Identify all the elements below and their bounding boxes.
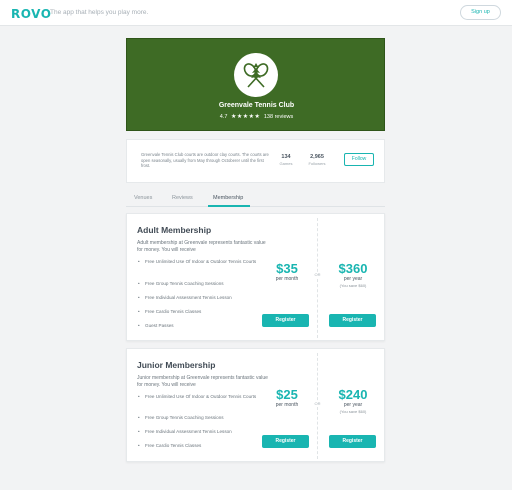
followers-stat: 2,965 Followers (304, 154, 330, 166)
feature-item: Guest Passes (137, 323, 257, 329)
yearly-saving: (You save $60) (339, 283, 367, 288)
feature-item: Free Unlimited Use Of Indoor & Outdoor T… (137, 394, 257, 400)
monthly-price: $35 per month (265, 261, 309, 282)
club-name: Greenvale Tennis Club (218, 102, 295, 109)
club-hero-banner: Greenvale Tennis Club 4.7 ★★★★★ 138 revi… (126, 38, 385, 131)
monthly-amount: $25 (276, 387, 298, 402)
price-divider (317, 218, 318, 338)
membership-description: Junior membership at Greenvale represent… (137, 375, 268, 388)
sign-up-button[interactable]: Sign up (460, 5, 501, 20)
yearly-period: per year (343, 402, 363, 408)
club-tabs: Venues Reviews Membership (126, 191, 385, 207)
membership-title: Junior Membership (137, 360, 216, 370)
tab-venues[interactable]: Venues (134, 195, 152, 201)
club-rating: 4.7 ★★★★★ 138 reviews (127, 113, 386, 120)
club-logo (234, 53, 278, 97)
tab-membership[interactable]: Membership (213, 195, 243, 201)
register-monthly-button[interactable]: Register (262, 314, 309, 327)
yearly-amount: $240 (338, 387, 368, 402)
rovo-logo[interactable]: ROVO (11, 7, 51, 21)
tab-reviews[interactable]: Reviews (172, 195, 193, 201)
or-label: OR (313, 401, 322, 406)
feature-item: Free Individual Assessment Tennis Lesson (137, 295, 257, 301)
or-label: OR (313, 272, 322, 277)
monthly-period: per month (275, 276, 299, 282)
yearly-amount: $360 (338, 261, 368, 276)
yearly-price: $240 per year (You save $60) (329, 387, 377, 414)
yearly-period: per year (343, 276, 363, 282)
membership-card-junior: Junior Membership Junior membership at G… (126, 348, 385, 462)
reviews-count[interactable]: 138 reviews (264, 114, 293, 120)
club-info-card: Greenvale Tennis Club courts are outdoor… (126, 139, 385, 183)
monthly-amount: $35 (276, 261, 298, 276)
yearly-price: $360 per year (You save $60) (329, 261, 377, 288)
monthly-period: per month (275, 402, 299, 408)
rating-stars-icon: ★★★★★ (230, 114, 261, 120)
games-count: 134 (281, 154, 291, 160)
games-label: Games (279, 161, 293, 166)
membership-card-adult: Adult Membership Adult membership at Gre… (126, 213, 385, 341)
rating-value: 4.7 (219, 114, 228, 120)
feature-item: Free Group Tennis Coaching Sessions (137, 281, 257, 287)
register-yearly-button[interactable]: Register (329, 314, 376, 327)
top-bar: ROVO The app that helps you play more. S… (0, 0, 512, 26)
feature-item: Free Individual Assessment Tennis Lesson (137, 429, 257, 435)
feature-item: Free Cardio Tennis Classes (137, 443, 257, 449)
follow-button[interactable]: Follow (344, 153, 374, 166)
followers-label: Followers (308, 161, 326, 166)
membership-description: Adult membership at Greenvale represents… (137, 240, 266, 253)
feature-item: Free Cardio Tennis Classes (137, 309, 257, 315)
yearly-saving: (You save $60) (339, 409, 367, 414)
register-yearly-button[interactable]: Register (329, 435, 376, 448)
register-monthly-button[interactable]: Register (262, 435, 309, 448)
games-stat: 134 Games (275, 154, 297, 166)
membership-title: Adult Membership (137, 225, 212, 235)
tagline: The app that helps you play more. (50, 9, 149, 16)
crossed-rackets-icon (243, 63, 269, 88)
feature-item: Free Unlimited Use Of Indoor & Outdoor T… (137, 259, 257, 265)
price-divider (317, 353, 318, 459)
monthly-price: $25 per month (265, 387, 309, 408)
club-description: Greenvale Tennis Club courts are outdoor… (141, 152, 269, 169)
followers-count: 2,965 (310, 154, 324, 160)
feature-item: Free Group Tennis Coaching Sessions (137, 415, 257, 421)
active-tab-indicator (208, 205, 250, 207)
